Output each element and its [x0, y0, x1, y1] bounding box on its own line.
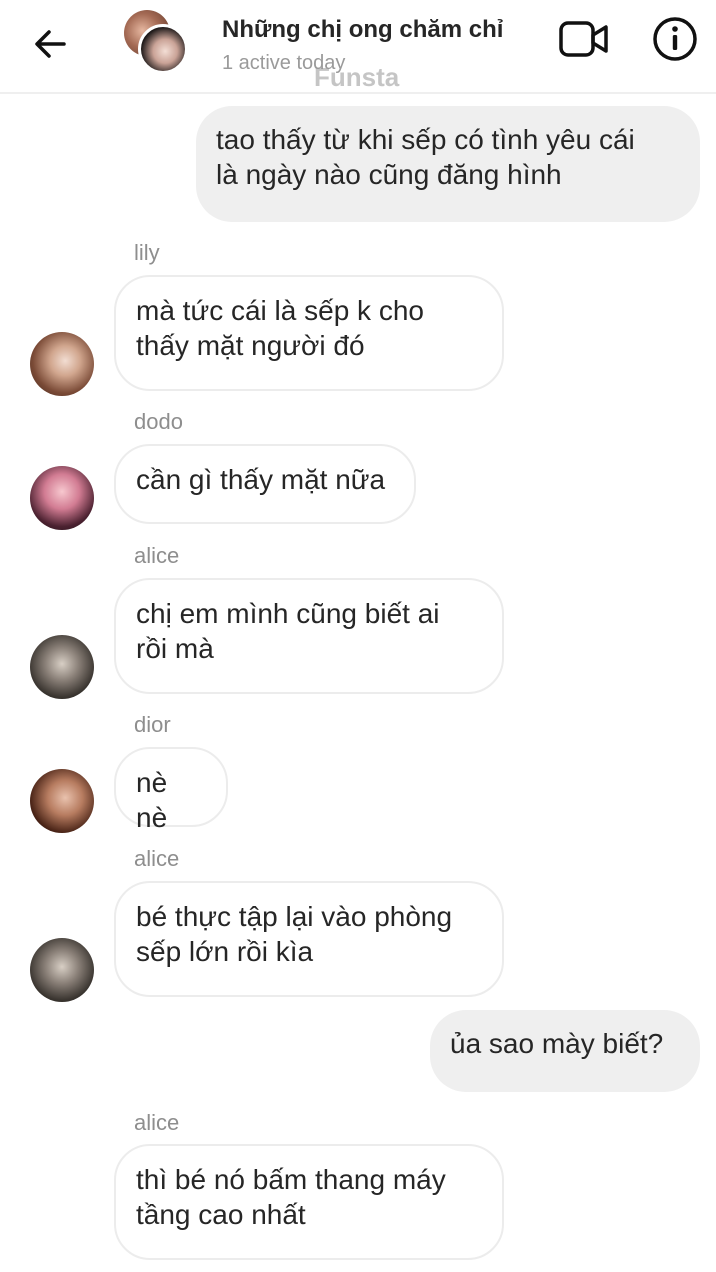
arrow-left-icon [30, 24, 70, 69]
avatar-alice[interactable] [30, 635, 94, 699]
sender-name: alice [134, 543, 180, 568]
group-avatar[interactable] [124, 10, 190, 76]
message-bubble-outgoing[interactable]: tao thấy từ khi sếp có tình yêu cái là n… [196, 106, 700, 222]
info-icon [652, 16, 698, 67]
chat-header: Những chị ong chăm chỉ 1 active today Fu… [0, 0, 716, 94]
video-call-button[interactable] [556, 16, 612, 66]
watermark: Funsta [314, 62, 400, 92]
avatar-dodo[interactable] [30, 466, 94, 530]
message-bubble-incoming[interactable]: mà tức cái là sếp k cho thấy mặt người đ… [114, 275, 504, 391]
sender-name: alice [134, 1110, 180, 1135]
message-bubble-incoming[interactable]: bé thực tập lại vào phòng sếp lớn rồi kì… [114, 881, 504, 997]
group-avatar-member-2 [138, 24, 188, 74]
message-bubble-incoming[interactable]: nè nè [114, 747, 228, 833]
sender-name: alice [134, 846, 180, 871]
message-bubble-incoming[interactable]: chị em mình cũng biết ai rồi mà [114, 578, 504, 694]
avatar-lily[interactable] [30, 332, 94, 396]
chat-title[interactable]: Những chị ong chăm chỉ [222, 16, 503, 44]
avatar-alice[interactable] [30, 938, 94, 1002]
avatar-dior[interactable] [30, 769, 94, 833]
back-button[interactable] [24, 20, 76, 72]
sender-name: dior [134, 712, 171, 737]
sender-name: dodo [134, 409, 183, 434]
sender-name: lily [134, 240, 160, 265]
message-bubble-incoming[interactable]: cần gì thấy mặt nữa [114, 444, 416, 524]
message-bubble-outgoing[interactable]: ủa sao mày biết? [430, 1010, 700, 1092]
message-bubble-incoming[interactable]: thì bé nó bấm thang máy tầng cao nhất [114, 1144, 504, 1260]
info-button[interactable] [648, 14, 702, 68]
video-camera-icon [558, 19, 610, 64]
